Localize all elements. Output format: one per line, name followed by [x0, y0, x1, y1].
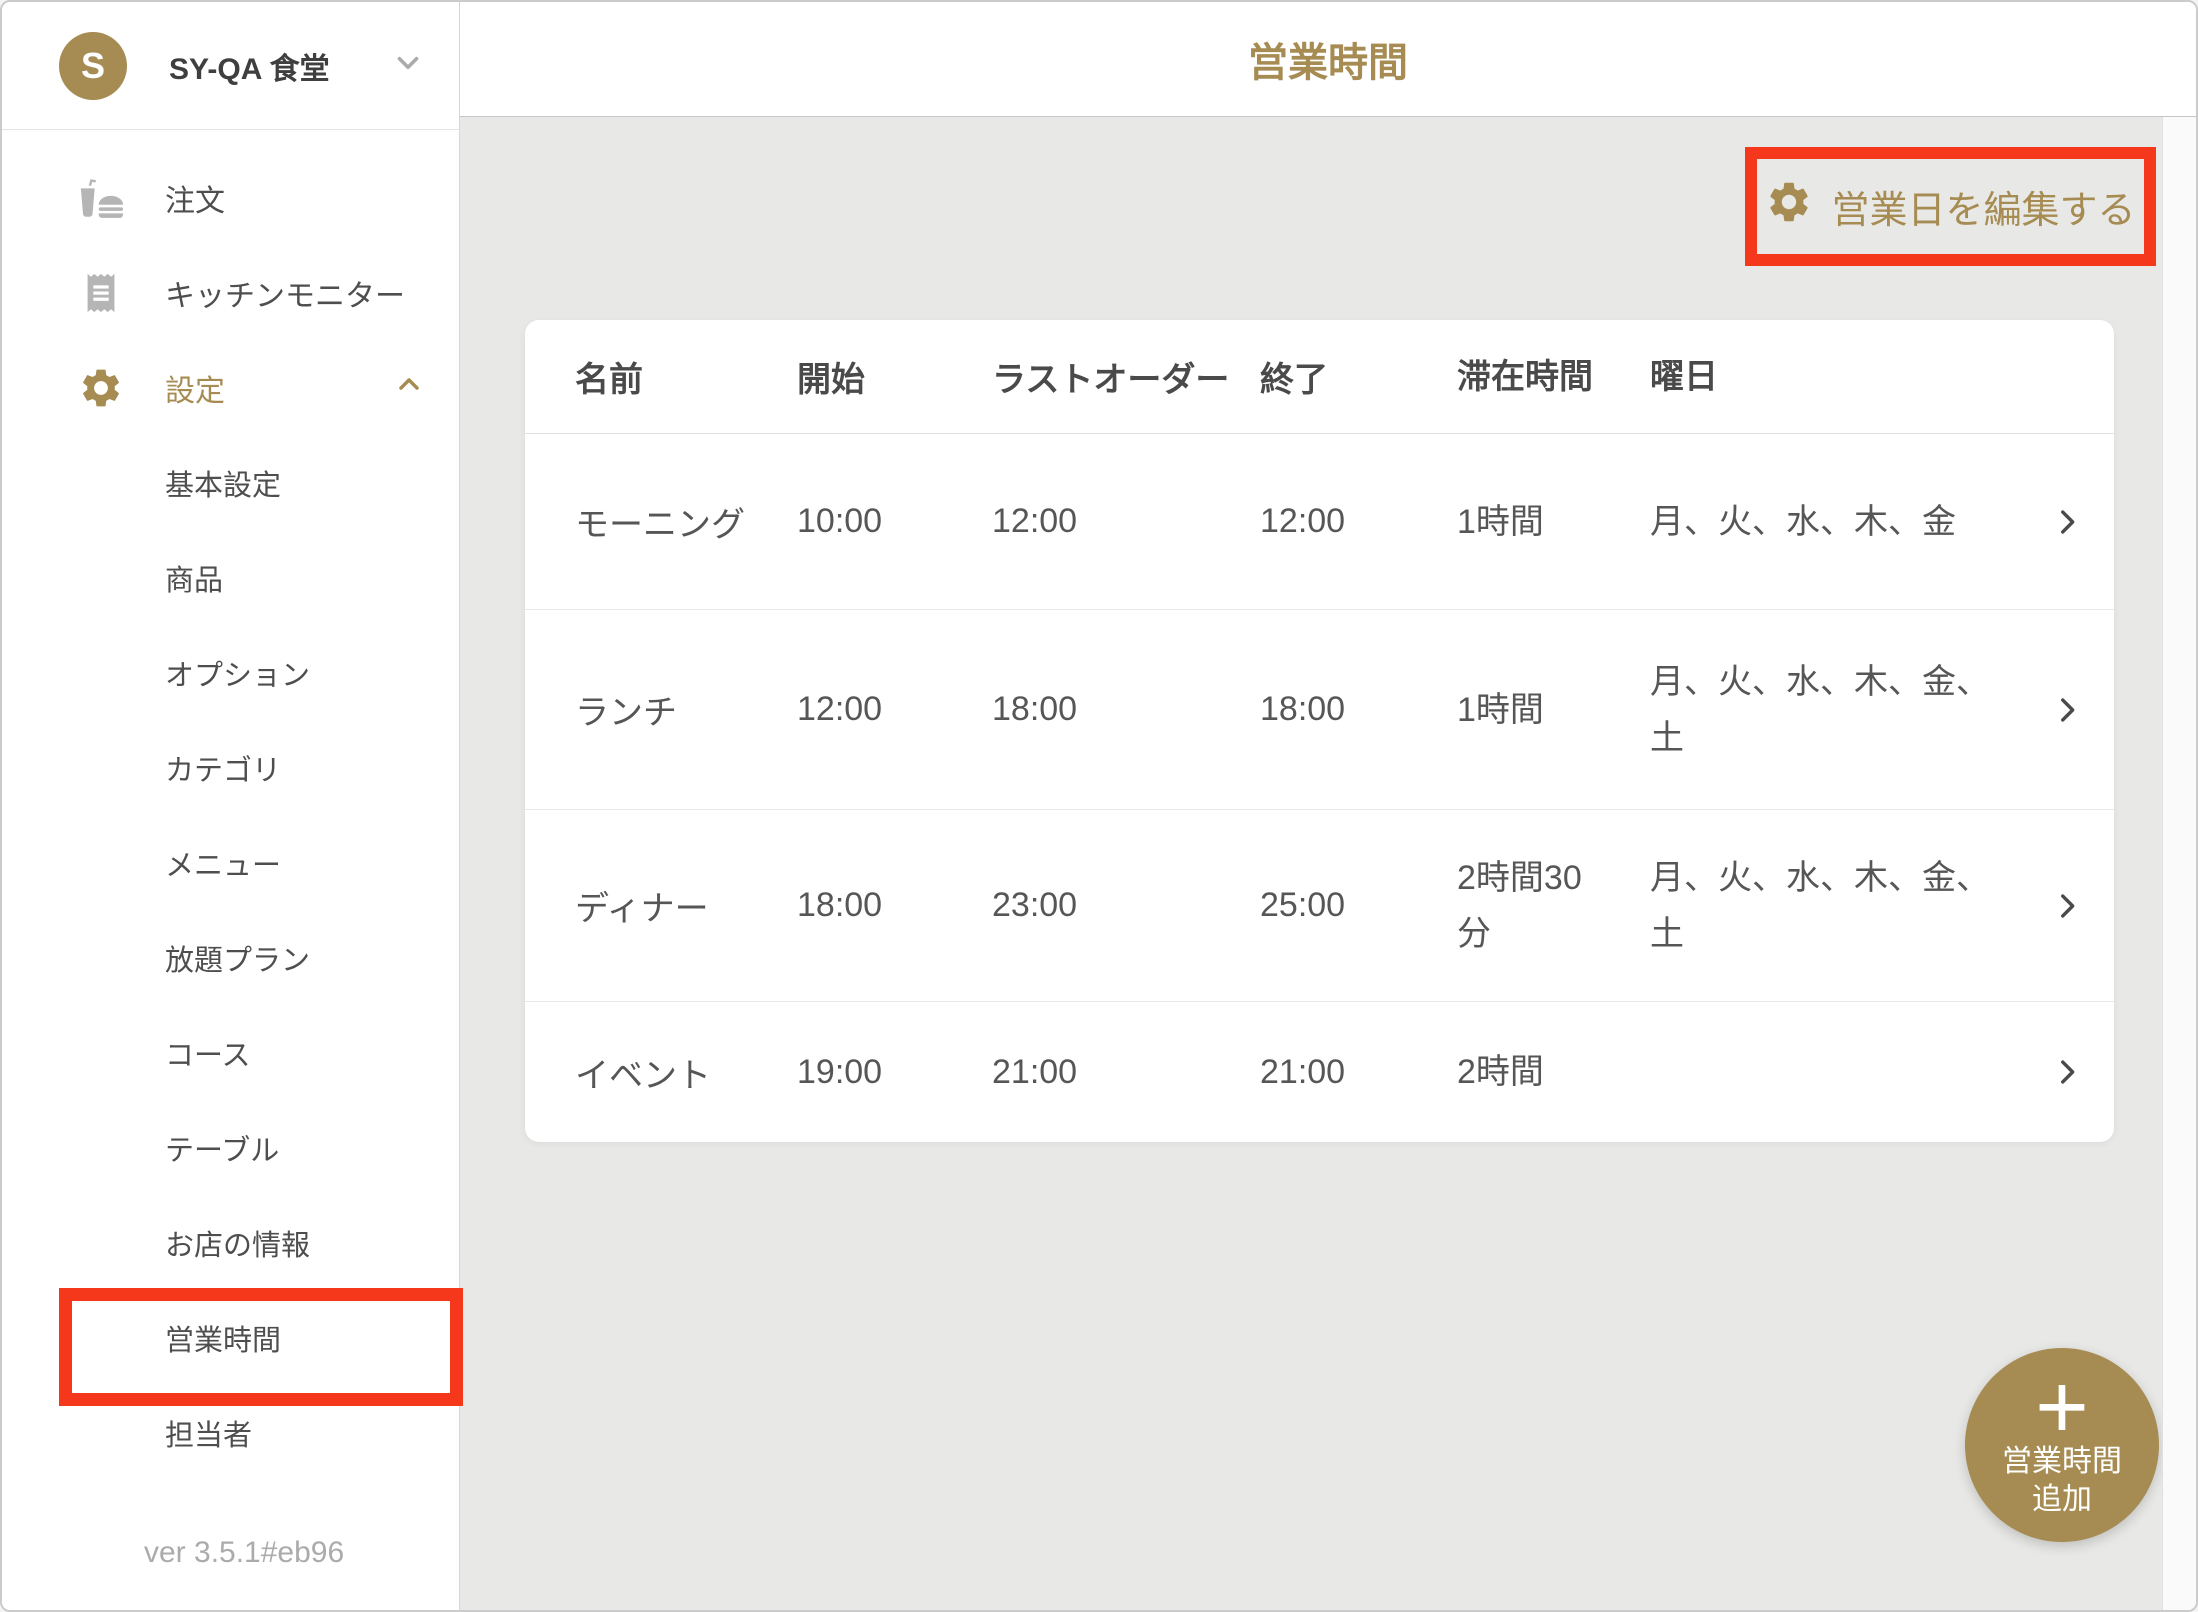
chevron-up-icon — [393, 368, 425, 408]
sidebar-subitem-basic-settings[interactable]: 基本設定 — [2, 435, 459, 530]
store-avatar: S — [59, 32, 127, 100]
subitem-label: 担当者 — [165, 1412, 252, 1454]
sidebar-subitem-tables[interactable]: テーブル — [2, 1100, 459, 1195]
app-window: S SY-QA 食堂 — [0, 0, 2198, 1612]
cell-name: ランチ — [575, 685, 797, 734]
subitem-label: 基本設定 — [165, 462, 281, 504]
table-row-lunch[interactable]: ランチ 12:00 18:00 18:00 1時間 月、火、水、木、金、土 — [525, 610, 2114, 810]
store-name: SY-QA 食堂 — [169, 44, 330, 88]
cell-days: 月、火、水、木、金、土 — [1650, 654, 1998, 766]
plus-icon: + — [2035, 1371, 2089, 1443]
cell-last-order: 23:00 — [992, 886, 1260, 925]
cell-end: 12:00 — [1260, 502, 1457, 541]
scrollbar-track[interactable] — [2162, 117, 2196, 1610]
cell-duration: 1時間 — [1457, 682, 1607, 738]
sidebar-item-orders[interactable]: 注文 — [2, 150, 459, 245]
gear-icon — [1765, 178, 1813, 236]
sidebar: S SY-QA 食堂 — [2, 2, 460, 1610]
cell-start: 12:00 — [797, 690, 992, 729]
subitem-label: テーブル — [165, 1127, 279, 1169]
column-header-last-order: ラストオーダー — [992, 352, 1260, 401]
subitem-label: カテゴリ — [165, 747, 281, 789]
cell-end: 21:00 — [1260, 1053, 1457, 1092]
column-header-duration: 滞在時間 — [1457, 349, 1607, 405]
sidebar-subitem-buffet-plan[interactable]: 放題プラン — [2, 910, 459, 1005]
cell-start: 10:00 — [797, 502, 992, 541]
column-header-days: 曜日 — [1650, 349, 1998, 405]
sidebar-subitem-products[interactable]: 商品 — [2, 530, 459, 625]
subitem-label: コース — [165, 1032, 251, 1074]
cell-days: 月、火、水、木、金、土 — [1650, 850, 1998, 962]
table-row-morning[interactable]: モーニング 10:00 12:00 12:00 1時間 月、火、水、木、金 — [525, 434, 2114, 610]
fab-label-line1: 営業時間 — [2002, 1443, 2122, 1481]
sidebar-subitem-menu[interactable]: メニュー — [2, 815, 459, 910]
chevron-right-icon — [2050, 889, 2084, 923]
column-header-name: 名前 — [575, 352, 797, 401]
add-business-hours-button[interactable]: + 営業時間 追加 — [1965, 1348, 2159, 1542]
sidebar-menu: 注文 キッチンモニター — [2, 130, 459, 1480]
chevron-right-icon — [2050, 693, 2084, 727]
main-area: 営業時間 営業日を編集する 名前 開始 ラス — [460, 2, 2196, 1610]
subitem-label: オプション — [165, 652, 310, 694]
sidebar-subitem-categories[interactable]: カテゴリ — [2, 720, 459, 815]
table-row-event[interactable]: イベント 19:00 21:00 21:00 2時間 — [525, 1002, 2114, 1142]
sidebar-subitem-business-hours[interactable]: 営業時間 — [2, 1290, 459, 1385]
cell-last-order: 12:00 — [992, 502, 1260, 541]
column-header-start: 開始 — [797, 352, 992, 401]
receipt-icon — [78, 270, 124, 316]
column-header-end: 終了 — [1260, 352, 1457, 401]
cell-start: 18:00 — [797, 886, 992, 925]
cell-end: 25:00 — [1260, 886, 1457, 925]
cell-last-order: 21:00 — [992, 1053, 1260, 1092]
sidebar-item-kitchen-monitor[interactable]: キッチンモニター — [2, 245, 459, 340]
store-avatar-initial: S — [81, 45, 105, 87]
sidebar-subitem-store-info[interactable]: お店の情報 — [2, 1195, 459, 1290]
subitem-label: メニュー — [165, 842, 281, 884]
settings-submenu: 基本設定 商品 オプション カテゴリ メニュー 放題プラン コース テーブル お… — [2, 435, 459, 1480]
subitem-label: 営業時間 — [165, 1317, 281, 1359]
edit-button-label: 営業日を編集する — [1831, 179, 2135, 234]
app-version: ver 3.5.1#eb96 — [144, 1536, 344, 1570]
sidebar-item-label: 注文 — [165, 176, 225, 220]
page-title: 営業時間 — [1248, 30, 1408, 88]
fab-label-line2: 追加 — [2032, 1481, 2092, 1519]
chevron-right-icon — [2050, 1055, 2084, 1089]
sidebar-subitem-options[interactable]: オプション — [2, 625, 459, 720]
gear-icon — [78, 365, 124, 411]
chevron-right-icon — [2050, 505, 2084, 539]
sidebar-item-label: 設定 — [165, 366, 225, 410]
table-row-dinner[interactable]: ディナー 18:00 23:00 25:00 2時間30分 月、火、水、木、金、… — [525, 810, 2114, 1002]
content-area: 営業日を編集する 名前 開始 ラストオーダー 終了 滞在時間 曜日 モーニング … — [460, 117, 2196, 1610]
cell-last-order: 18:00 — [992, 690, 1260, 729]
chevron-down-icon — [391, 46, 425, 85]
cell-end: 18:00 — [1260, 690, 1457, 729]
sidebar-subitem-courses[interactable]: コース — [2, 1005, 459, 1100]
sidebar-item-label: キッチンモニター — [165, 271, 405, 315]
subitem-label: 放題プラン — [165, 937, 310, 979]
cell-duration: 1時間 — [1457, 494, 1607, 550]
sidebar-item-settings[interactable]: 設定 — [2, 340, 459, 435]
cell-name: ディナー — [575, 881, 797, 930]
edit-business-days-button[interactable]: 営業日を編集する — [1765, 178, 2135, 236]
annotation-highlight-edit-button: 営業日を編集する — [1745, 147, 2156, 266]
cell-duration: 2時間 — [1457, 1044, 1607, 1100]
subitem-label: 商品 — [165, 557, 223, 599]
sidebar-subitem-staff[interactable]: 担当者 — [2, 1385, 459, 1480]
business-hours-table: 名前 開始 ラストオーダー 終了 滞在時間 曜日 モーニング 10:00 12:… — [525, 320, 2114, 1142]
page-header: 営業時間 — [460, 2, 2196, 117]
cell-days: 月、火、水、木、金 — [1650, 494, 1998, 550]
fastfood-icon — [78, 175, 124, 221]
cell-start: 19:00 — [797, 1053, 992, 1092]
cell-duration: 2時間30分 — [1457, 850, 1607, 962]
store-selector[interactable]: S SY-QA 食堂 — [2, 2, 459, 130]
subitem-label: お店の情報 — [165, 1222, 310, 1264]
cell-name: イベント — [575, 1048, 797, 1097]
cell-name: モーニング — [575, 497, 797, 546]
table-header-row: 名前 開始 ラストオーダー 終了 滞在時間 曜日 — [525, 320, 2114, 434]
